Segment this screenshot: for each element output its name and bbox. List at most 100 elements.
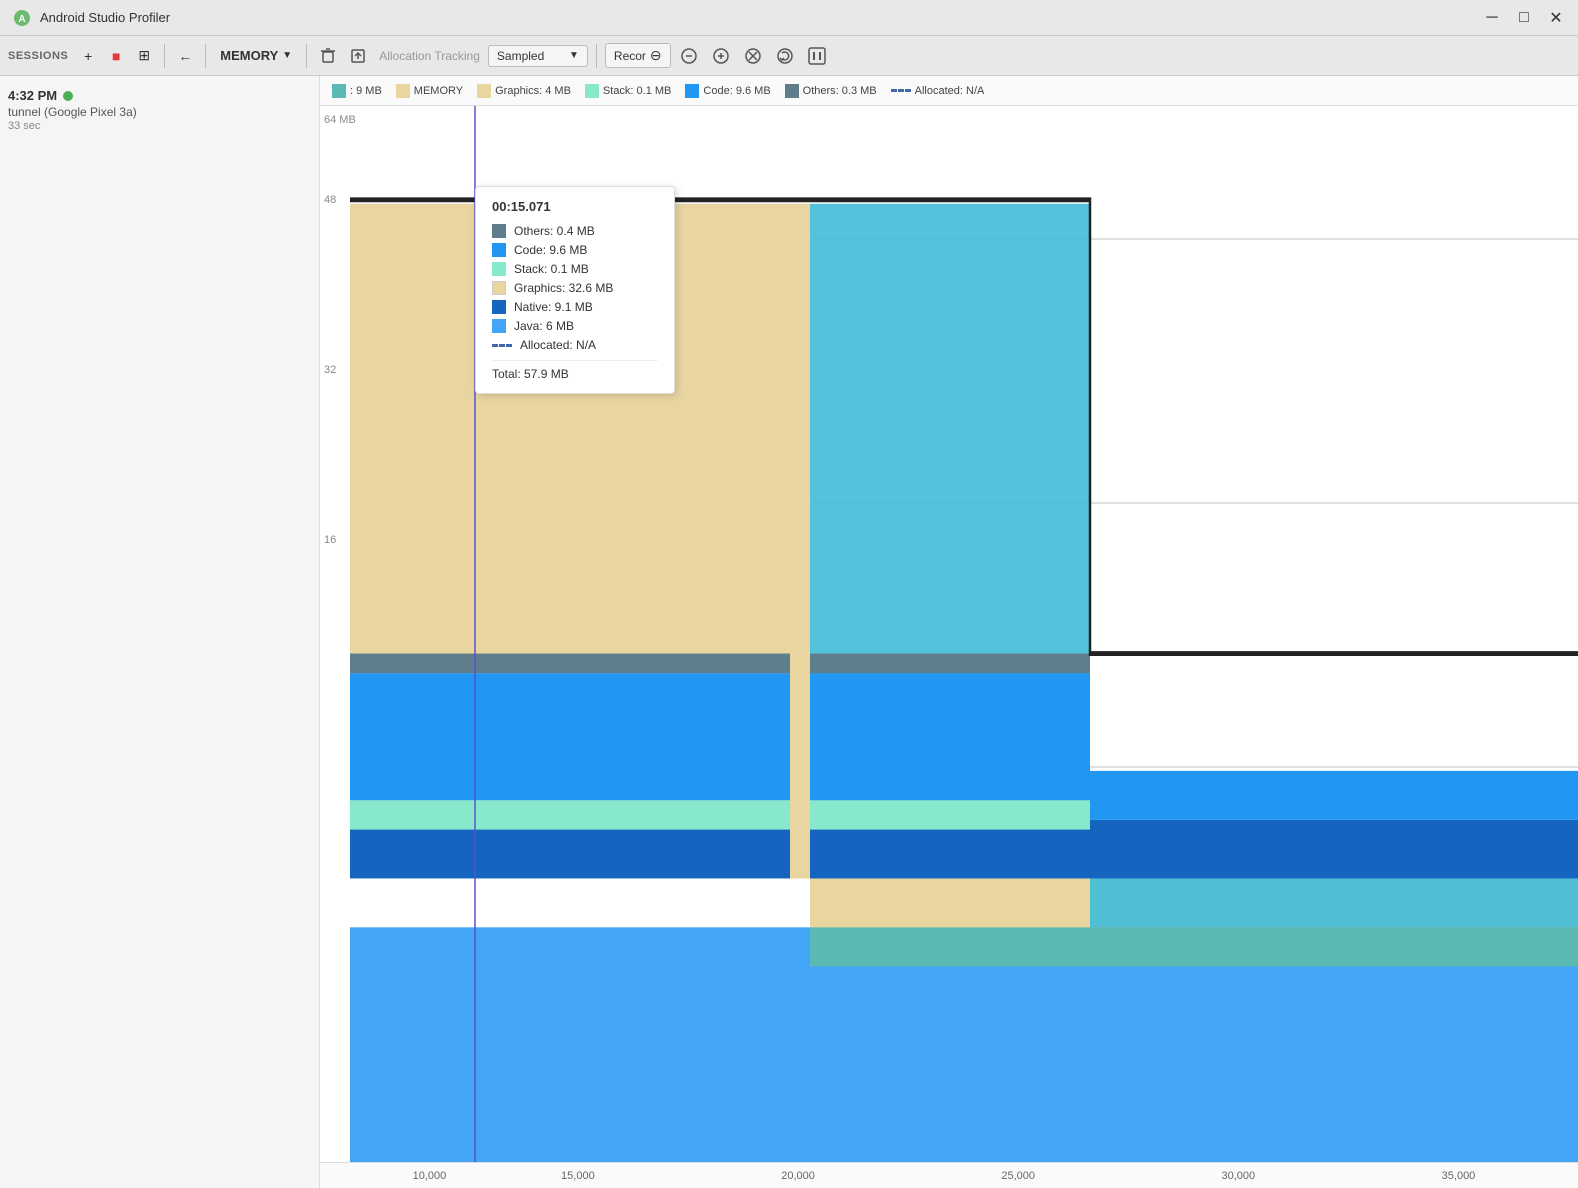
legend-stack-label: Stack: 0.1 MB <box>603 85 671 97</box>
x-tick-20000: 20,000 <box>781 1170 815 1182</box>
layout-button[interactable]: ⊞ <box>132 44 156 68</box>
stack-tooltip-swatch <box>492 262 506 276</box>
sidebar: 4:32 PM tunnel (Google Pixel 3a) 33 sec <box>0 76 320 1188</box>
tooltip-row-stack: Stack: 0.1 MB <box>492 262 658 276</box>
native-tooltip-label: Native: 9.1 MB <box>514 300 593 314</box>
legend-others-label: Others: 0.3 MB <box>803 85 877 97</box>
reset-zoom-button[interactable] <box>739 42 767 70</box>
legend-graphics: Graphics: 4 MB <box>477 84 571 98</box>
graphics-swatch <box>477 84 491 98</box>
legend-allocated-label: Allocated: N/A <box>915 85 985 97</box>
scale-48: 48 <box>324 194 336 206</box>
export-icon <box>350 48 366 64</box>
others-swatch <box>785 84 799 98</box>
legend-java-label: : 9 MB <box>350 85 382 97</box>
others-tooltip-swatch <box>492 224 506 238</box>
session-device: tunnel (Google Pixel 3a) <box>8 105 311 119</box>
code-tooltip-swatch <box>492 243 506 257</box>
session-duration: 33 sec <box>8 120 311 132</box>
record-button[interactable]: Recor ⊖ <box>605 43 671 68</box>
memory-swatch <box>396 84 410 98</box>
sessions-label: SESSIONS <box>8 50 68 62</box>
main-area: 4:32 PM tunnel (Google Pixel 3a) 33 sec … <box>0 76 1578 1188</box>
chart-area[interactable]: 64 MB 48 32 16 <box>320 106 1578 1188</box>
svg-text:A: A <box>18 14 25 25</box>
stack-swatch <box>585 84 599 98</box>
session-item[interactable]: 4:32 PM tunnel (Google Pixel 3a) 33 sec <box>8 84 311 136</box>
graphics-tooltip-swatch <box>492 281 506 295</box>
pause-icon <box>807 46 827 66</box>
title-bar: A Android Studio Profiler ─ □ ✕ <box>0 0 1578 36</box>
zoom-out-icon <box>680 47 698 65</box>
java-swatch <box>332 84 346 98</box>
sampled-label: Sampled <box>497 49 544 63</box>
chart-container: : 9 MB MEMORY Graphics: 4 MB Stack: 0.1 … <box>320 76 1578 1188</box>
toolbar: SESSIONS + ■ ⊞ ← MEMORY ▼ Allocation Tra… <box>0 36 1578 76</box>
x-tick-35000: 35,000 <box>1442 1170 1476 1182</box>
java-tooltip-swatch <box>492 319 506 333</box>
java-tooltip-label: Java: 6 MB <box>514 319 574 333</box>
export-button[interactable] <box>345 44 371 68</box>
stop-button[interactable]: ■ <box>104 44 128 68</box>
others-tooltip-label: Others: 0.4 MB <box>514 224 595 238</box>
title-bar-left: A Android Studio Profiler <box>12 8 170 28</box>
allocated-tooltip-icon <box>492 344 512 347</box>
window-controls: ─ □ ✕ <box>1482 8 1566 28</box>
minimize-button[interactable]: ─ <box>1482 8 1502 28</box>
sampled-chevron-icon: ▼ <box>569 50 579 61</box>
zoom-out-button[interactable] <box>675 42 703 70</box>
legend-allocated: Allocated: N/A <box>891 85 985 97</box>
separator-1 <box>164 44 165 68</box>
separator-2 <box>205 44 206 68</box>
memory-chevron-icon: ▼ <box>282 50 292 61</box>
graphics-tooltip-label: Graphics: 32.6 MB <box>514 281 613 295</box>
legend-bar: : 9 MB MEMORY Graphics: 4 MB Stack: 0.1 … <box>320 76 1578 106</box>
tooltip-total: Total: 57.9 MB <box>492 360 658 381</box>
x-tick-15000: 15,000 <box>561 1170 595 1182</box>
memory-label: MEMORY <box>220 48 278 63</box>
separator-3 <box>306 44 307 68</box>
reset-icon <box>744 47 762 65</box>
alloc-tracking-label: Allocation Tracking <box>379 49 480 63</box>
legend-code-label: Code: 9.6 MB <box>703 85 770 97</box>
close-button[interactable]: ✕ <box>1546 8 1566 28</box>
sampled-dropdown[interactable]: Sampled ▼ <box>488 45 588 67</box>
native-tooltip-swatch <box>492 300 506 314</box>
sync-icon <box>776 47 794 65</box>
session-time-text: 4:32 PM <box>8 88 57 103</box>
x-tick-10000: 10,000 <box>413 1170 447 1182</box>
delete-button[interactable] <box>315 44 341 68</box>
pause-button[interactable] <box>803 42 831 70</box>
tooltip-row-graphics: Graphics: 32.6 MB <box>492 281 658 295</box>
add-session-button[interactable]: + <box>76 44 100 68</box>
allocated-dashed-icon <box>891 89 911 92</box>
scale-16: 16 <box>324 534 336 546</box>
x-tick-30000: 30,000 <box>1222 1170 1256 1182</box>
tooltip-row-others: Others: 0.4 MB <box>492 224 658 238</box>
scale-64mb: 64 MB <box>324 114 356 126</box>
trash-icon <box>320 48 336 64</box>
legend-stack: Stack: 0.1 MB <box>585 84 671 98</box>
tooltip-row-allocated: Allocated: N/A <box>492 338 658 352</box>
legend-memory: MEMORY <box>396 84 463 98</box>
memory-dropdown[interactable]: MEMORY ▼ <box>214 45 298 66</box>
session-time: 4:32 PM <box>8 88 311 103</box>
allocated-tooltip-label: Allocated: N/A <box>520 338 596 352</box>
legend-java: : 9 MB <box>332 84 382 98</box>
back-button[interactable]: ← <box>173 44 197 68</box>
maximize-button[interactable]: □ <box>1514 8 1534 28</box>
code-tooltip-label: Code: 9.6 MB <box>514 243 587 257</box>
tooltip: 00:15.071 Others: 0.4 MB Code: 9.6 MB St… <box>475 186 675 394</box>
legend-graphics-label: Graphics: 4 MB <box>495 85 571 97</box>
legend-memory-label: MEMORY <box>414 85 463 97</box>
app-title: Android Studio Profiler <box>40 10 170 25</box>
code-swatch <box>685 84 699 98</box>
zoom-in-button[interactable] <box>707 42 735 70</box>
sync-button[interactable] <box>771 42 799 70</box>
record-icon: ⊖ <box>650 47 662 64</box>
record-label: Recor <box>614 49 646 63</box>
app-icon: A <box>12 8 32 28</box>
x-axis: 10,000 15,000 20,000 25,000 30,000 35,00… <box>320 1162 1578 1188</box>
x-tick-25000: 25,000 <box>1001 1170 1035 1182</box>
tooltip-time: 00:15.071 <box>492 199 658 214</box>
